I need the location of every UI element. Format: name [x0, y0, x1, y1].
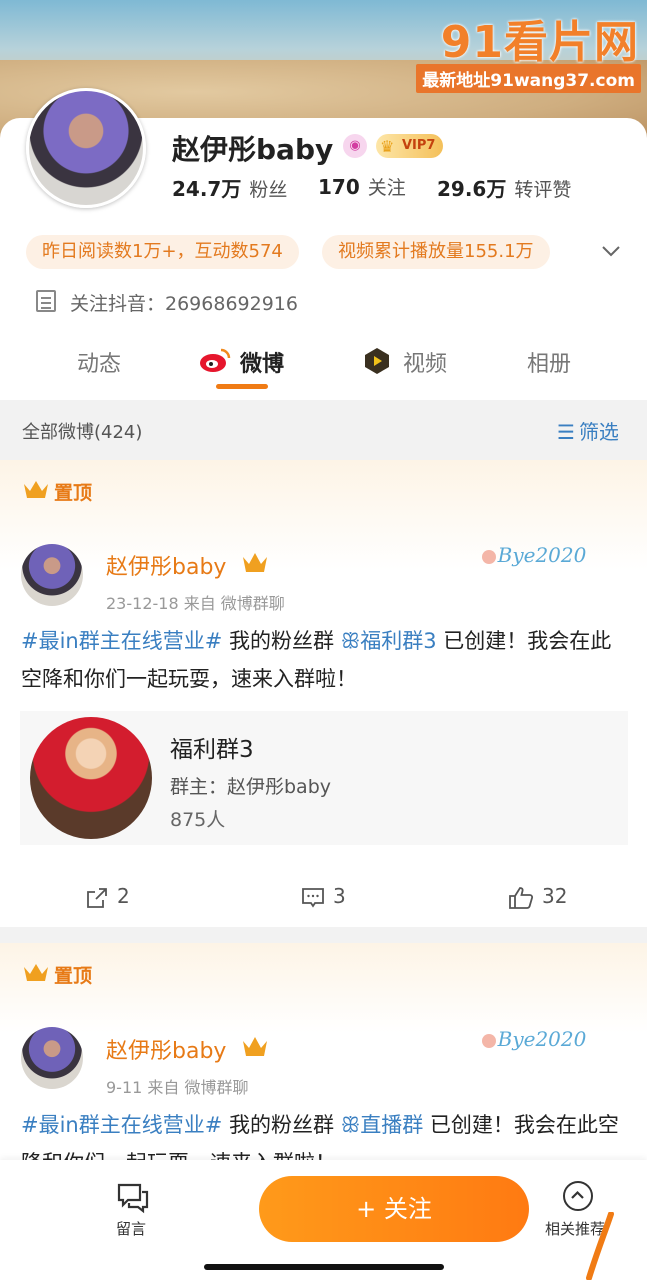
chevron-up-icon[interactable]	[563, 1181, 593, 1211]
crown-icon: ♛	[380, 137, 395, 156]
stat-following[interactable]: 170 关注	[318, 173, 406, 200]
tab-xiangce[interactable]: 相册	[527, 346, 571, 378]
post-avatar[interactable]	[21, 544, 83, 606]
tab-weibo[interactable]: 微博	[240, 346, 284, 378]
post-author[interactable]: 赵伊彤baby	[106, 549, 226, 581]
message-label[interactable]: 留言	[116, 1218, 146, 1239]
post-meta: 9-11 来自 微博群聊	[106, 1078, 249, 1097]
note-icon	[36, 290, 56, 312]
group-member-count: 875人	[170, 809, 226, 831]
video-icon	[365, 348, 389, 374]
all-posts-count: 全部微博(424)	[22, 422, 143, 443]
share-icon	[87, 887, 107, 908]
crown-icon	[243, 553, 267, 572]
following-count: 170	[318, 175, 360, 199]
filter-button[interactable]: ☰ 筛选	[557, 416, 619, 445]
avatar[interactable]	[26, 88, 146, 208]
fans-label: 粉丝	[249, 179, 288, 201]
vip-label: VIP7	[402, 138, 436, 153]
message-icon	[117, 1183, 149, 1214]
bye2020-decoration: Bye2020	[478, 532, 590, 578]
post-text: #最in群主在线营业# 我的粉丝群 ꕥ直播群 已创建！我会在此空降和你们一起玩耍…	[21, 1106, 631, 1162]
post-author[interactable]: 赵伊彤baby	[106, 1033, 226, 1065]
stat-fans[interactable]: 24.7万 粉丝	[172, 173, 287, 202]
bye2020-decoration: Bye2020	[478, 1016, 590, 1062]
tab-shipin[interactable]: 视频	[403, 346, 447, 378]
comment-button[interactable]: 3	[301, 884, 346, 910]
crown-icon	[243, 1037, 267, 1056]
tab-dongtai[interactable]: 动态	[77, 346, 121, 378]
pinned-label: 置顶	[54, 482, 93, 504]
watermark-logo: 91看片网	[440, 17, 639, 68]
post-text: #最in群主在线营业# 我的粉丝群 ꕥ福利群3 已创建！我会在此空降和你们一起玩…	[21, 622, 631, 698]
views-chip[interactable]: 视频累计播放量155.1万	[322, 235, 550, 269]
watermark-url: 最新地址91wang37.com	[416, 64, 641, 93]
vip-badge[interactable]: ♛ VIP7	[376, 134, 444, 158]
comment-count: 3	[333, 884, 346, 908]
group-owner: 群主：赵伊彤baby	[170, 776, 332, 798]
post-avatar[interactable]	[21, 1027, 83, 1089]
weibo-icon	[200, 348, 231, 372]
group-link[interactable]: ꕥ福利群3	[341, 629, 437, 653]
username: 赵伊彤baby	[172, 133, 334, 166]
crown-icon	[24, 964, 48, 981]
bye-text: Bye2020	[497, 543, 587, 567]
reads-chip[interactable]: 昨日阅读数1万+，互动数574	[26, 235, 299, 269]
group-avatar	[30, 717, 152, 839]
group-name: 福利群3	[170, 737, 254, 763]
topic-link[interactable]: #最in群主在线营业#	[21, 1113, 222, 1137]
pinned-label: 置顶	[54, 965, 93, 987]
topic-link[interactable]: #最in群主在线营业#	[21, 629, 222, 653]
annotation-stroke	[586, 1212, 614, 1280]
reposts-count: 29.6万	[437, 177, 507, 201]
repost-count: 2	[117, 884, 130, 908]
comment-icon	[302, 887, 324, 908]
fans-count: 24.7万	[172, 177, 242, 201]
message-button[interactable]	[110, 1182, 156, 1218]
active-tab-indicator	[216, 384, 268, 389]
repost-button[interactable]: 2	[85, 884, 130, 910]
reposts-label: 转评赞	[514, 179, 572, 201]
crown-icon	[24, 481, 48, 498]
following-label: 关注	[367, 177, 406, 199]
thumbs-up-icon	[509, 886, 534, 909]
post-text-a: 我的粉丝群	[222, 1113, 341, 1137]
filter-icon: ☰	[557, 420, 575, 444]
profile-note: 关注抖音：26968692916	[70, 293, 298, 315]
home-indicator	[204, 1264, 444, 1270]
post-text-a: 我的粉丝群	[222, 629, 341, 653]
chevron-down-icon[interactable]	[598, 238, 624, 264]
fan-badge-icon[interactable]: ◉	[343, 134, 367, 158]
bye-text: Bye2020	[497, 1027, 587, 1051]
like-count: 32	[542, 884, 568, 908]
like-button[interactable]: 32	[508, 884, 567, 910]
filter-label: 筛选	[578, 420, 619, 444]
stat-reposts[interactable]: 29.6万 转评赞	[437, 173, 571, 202]
follow-button[interactable]: + 关注	[259, 1176, 529, 1242]
post-meta: 23-12-18 来自 微博群聊	[106, 594, 285, 613]
group-link[interactable]: ꕥ直播群	[341, 1113, 424, 1137]
post-divider	[0, 927, 647, 943]
